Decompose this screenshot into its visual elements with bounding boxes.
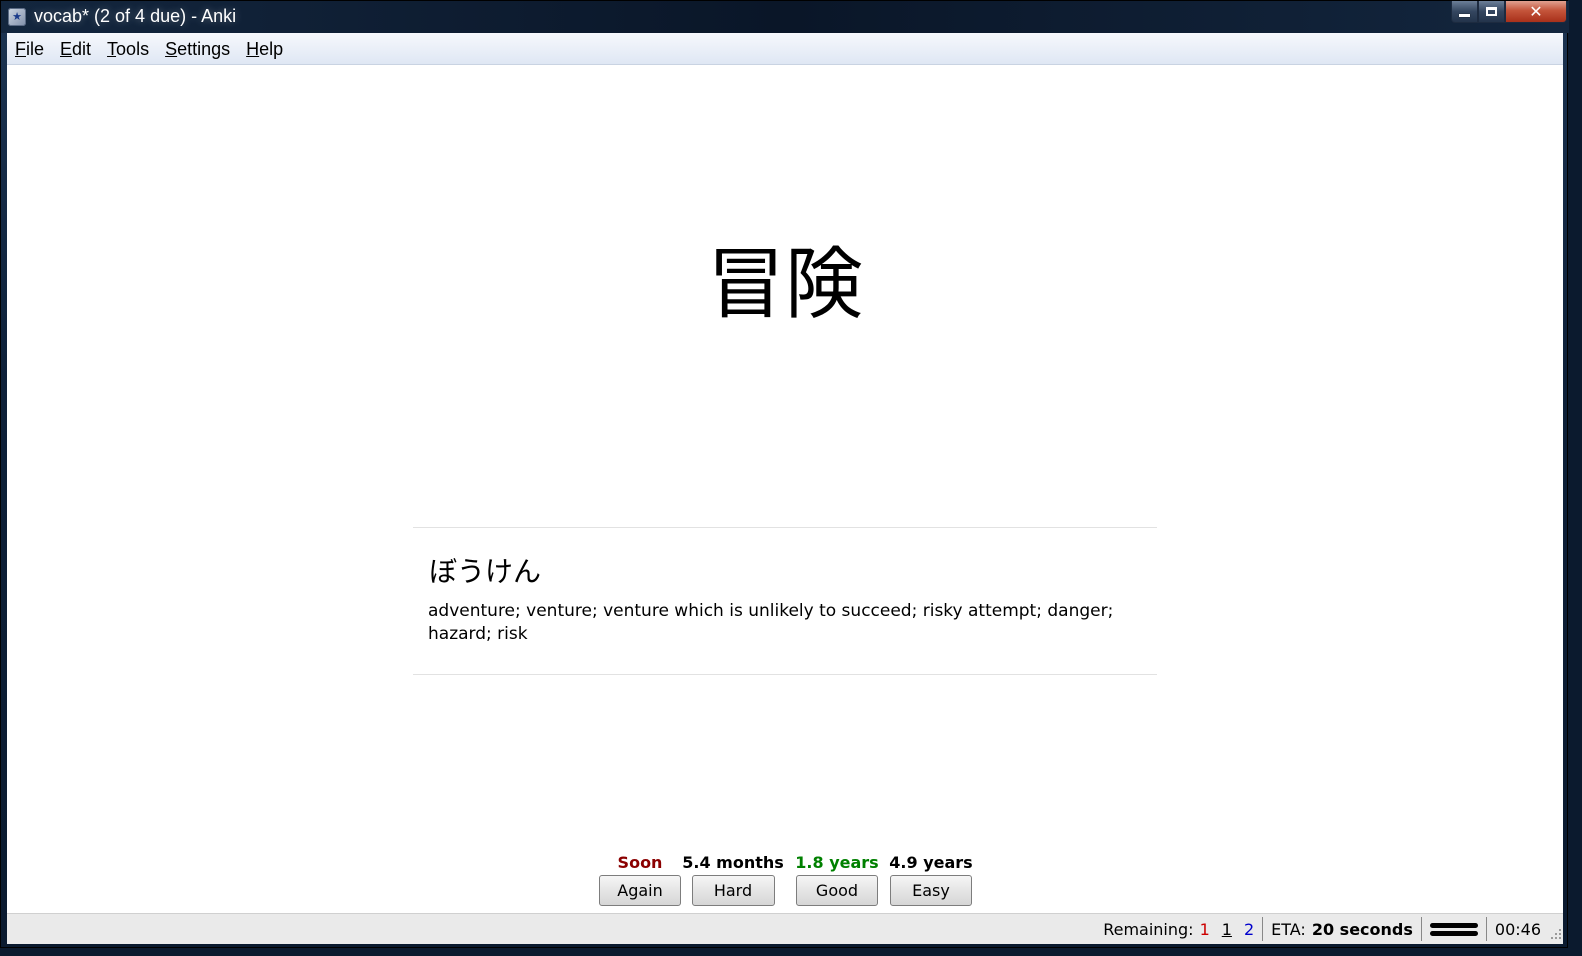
- eta-display: ETA: 20 seconds: [1265, 914, 1419, 944]
- remaining-label: Remaining:: [1103, 919, 1194, 939]
- remaining-counts: Remaining: 1 1 2: [1097, 914, 1260, 944]
- menu-edit[interactable]: Edit: [52, 33, 99, 64]
- minimize-icon: [1459, 14, 1470, 17]
- answer-buttons-bar: Soon Again 5.4 months Hard 1.8 years Goo…: [7, 851, 1563, 909]
- menu-bar: File Edit Tools Settings Help: [7, 33, 1563, 65]
- progress-indicator: [1424, 914, 1484, 944]
- card-answer: ぼうけん adventure; venture; venture which i…: [413, 527, 1157, 675]
- card-meaning: adventure; venture; venture which is unl…: [428, 601, 1114, 644]
- eta-value: 20 seconds: [1311, 919, 1413, 939]
- menu-file[interactable]: File: [7, 33, 52, 64]
- review-count: 2: [1243, 919, 1255, 939]
- card-reading: ぼうけん: [429, 555, 542, 588]
- card-view: 冒険 ぼうけん adventure; venture; venture whic…: [7, 65, 1563, 855]
- menu-settings[interactable]: Settings: [157, 33, 238, 64]
- learning-count: 1: [1221, 919, 1232, 939]
- maximize-button[interactable]: [1478, 1, 1505, 23]
- eta-label: ETA:: [1271, 919, 1306, 939]
- hard-interval: 5.4 months: [682, 853, 784, 872]
- status-separator: [1420, 917, 1422, 941]
- good-button[interactable]: Good: [796, 875, 878, 906]
- progress-bars-icon: [1429, 919, 1478, 939]
- hard-button[interactable]: Hard: [691, 875, 775, 906]
- timer-value: 00:46: [1494, 919, 1541, 939]
- timer-display: 00:46: [1489, 914, 1547, 944]
- status-separator: [1485, 917, 1487, 941]
- anki-window: ★ vocab* (2 of 4 due) - Anki ✕ File Edit…: [0, 0, 1569, 948]
- caption-buttons: ✕: [1451, 1, 1567, 23]
- answer-easy: 4.9 years Easy: [879, 851, 983, 906]
- answer-hard: 5.4 months Hard: [679, 851, 787, 906]
- status-segments: Remaining: 1 1 2 ETA: 20 seconds 00:46: [1097, 914, 1563, 944]
- easy-interval: 4.9 years: [889, 853, 973, 872]
- new-count: 1: [1199, 919, 1210, 939]
- again-button[interactable]: Again: [599, 875, 681, 906]
- title-bar[interactable]: ★ vocab* (2 of 4 due) - Anki ✕: [1, 1, 1569, 33]
- close-button[interactable]: ✕: [1505, 1, 1567, 23]
- client-area: File Edit Tools Settings Help 冒険 ぼうけん ad…: [7, 33, 1563, 944]
- resize-grip-icon[interactable]: [1547, 915, 1563, 943]
- window-title: vocab* (2 of 4 due) - Anki: [34, 6, 237, 26]
- status-separator: [1262, 917, 1264, 941]
- anki-star-icon[interactable]: ★: [8, 8, 26, 26]
- answer-good: 1.8 years Good: [787, 851, 887, 906]
- good-interval: 1.8 years: [795, 853, 879, 872]
- close-icon: ✕: [1529, 2, 1543, 21]
- menu-help[interactable]: Help: [238, 33, 291, 64]
- maximize-icon: [1486, 7, 1497, 16]
- minimize-button[interactable]: [1451, 1, 1478, 23]
- status-bar: Remaining: 1 1 2 ETA: 20 seconds 00:46: [7, 913, 1563, 944]
- menu-tools[interactable]: Tools: [99, 33, 157, 64]
- easy-button[interactable]: Easy: [890, 875, 972, 906]
- card-front-word: 冒険: [706, 240, 863, 330]
